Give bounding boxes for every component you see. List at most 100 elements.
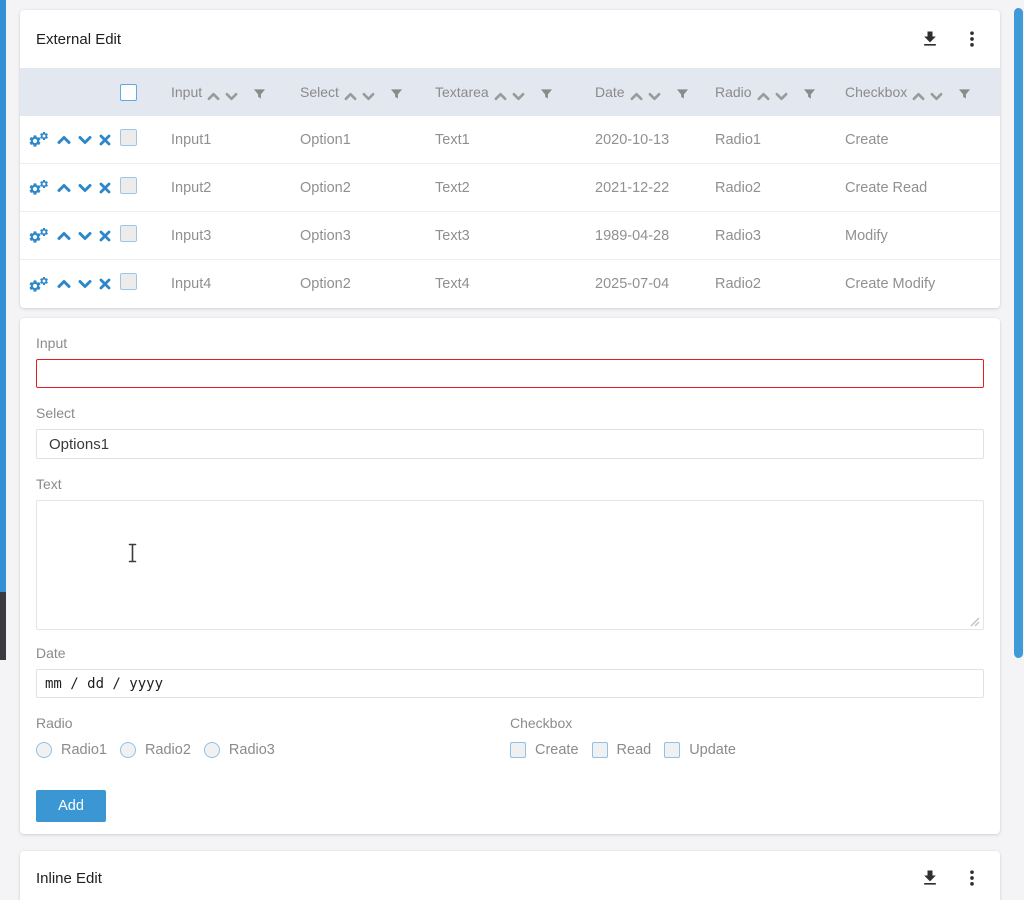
card-title: Inline Edit [36,870,102,887]
radio-option: Radio2 [120,742,191,758]
settings-cogs-icon[interactable] [28,227,50,244]
download-icon[interactable] [920,868,940,888]
date-field[interactable]: mm / dd / yyyy [36,669,984,698]
row-actions [20,276,120,293]
sort-asc-icon[interactable] [757,88,770,97]
external-edit-card: External Edit Input Select [20,10,1000,308]
card-title: External Edit [36,31,121,48]
resize-handle[interactable] [969,615,981,627]
move-down-icon[interactable] [78,183,92,193]
cell-checkbox: Create [845,132,1000,148]
sort-asc-icon[interactable] [494,88,507,97]
left-scrollbar-thumb[interactable] [0,0,6,592]
cell-input: Input2 [171,180,300,196]
row-checkbox[interactable] [120,273,137,290]
move-down-icon[interactable] [78,135,92,145]
cell-checkbox: Modify [845,228,1000,244]
select-all-checkbox[interactable] [120,84,137,101]
move-down-icon[interactable] [78,231,92,241]
sort-desc-icon[interactable] [930,88,943,97]
external-edit-header: External Edit [20,10,1000,68]
move-down-icon[interactable] [78,279,92,289]
sort-desc-icon[interactable] [362,88,375,97]
add-button[interactable]: Add [36,790,106,822]
checkbox-box[interactable] [510,742,526,758]
input-field[interactable] [36,359,984,388]
radio-option-label: Radio1 [61,742,107,758]
kebab-menu-icon[interactable] [962,868,982,888]
move-up-icon[interactable] [57,183,71,193]
cell-input: Input4 [171,276,300,292]
add-record-form-card: Input Select Options1 Text Date mm / dd … [20,318,1000,834]
select-label: Select [36,404,984,422]
cell-textarea: Text3 [435,228,595,244]
select-all-cell [120,84,171,101]
download-icon[interactable] [920,29,940,49]
cell-select: Option2 [300,180,435,196]
checkbox-option: Create [510,742,579,758]
table-header-row: Input Select Textarea [20,68,1000,116]
filter-icon[interactable] [540,87,553,98]
filter-icon[interactable] [803,87,816,98]
row-checkbox[interactable] [120,225,137,242]
right-scrollbar-thumb[interactable] [1014,8,1023,658]
inline-edit-card: Inline Edit [20,851,1000,900]
checkbox-group: Checkbox Create Read Update [510,714,984,758]
column-label: Radio [715,84,752,100]
cell-checkbox: Create Modify [845,276,1000,292]
checkbox-box[interactable] [664,742,680,758]
sort-asc-icon[interactable] [344,88,357,97]
delete-x-icon[interactable] [99,182,111,194]
delete-x-icon[interactable] [99,134,111,146]
filter-icon[interactable] [958,87,971,98]
cell-radio: Radio3 [715,228,845,244]
cell-radio: Radio1 [715,132,845,148]
column-label: Textarea [435,84,489,100]
sort-asc-icon[interactable] [912,88,925,97]
cell-select: Option3 [300,228,435,244]
sort-desc-icon[interactable] [775,88,788,97]
cell-input: Input3 [171,228,300,244]
cell-checkbox: Create Read [845,180,1000,196]
radio-option: Radio3 [204,742,275,758]
cell-select: Option1 [300,132,435,148]
sort-desc-icon[interactable] [648,88,661,97]
row-actions [20,227,120,244]
data-table: Input Select Textarea [20,68,1000,308]
radio-button[interactable] [36,742,52,758]
sort-desc-icon[interactable] [225,88,238,97]
delete-x-icon[interactable] [99,278,111,290]
row-checkbox[interactable] [120,129,137,146]
filter-icon[interactable] [676,87,689,98]
delete-x-icon[interactable] [99,230,111,242]
settings-cogs-icon[interactable] [28,276,50,293]
settings-cogs-icon[interactable] [28,179,50,196]
radio-button[interactable] [204,742,220,758]
table-body: Input1 Option1 Text1 2020-10-13 Radio1 C… [20,116,1000,308]
page-content: External Edit Input Select [20,10,1000,900]
kebab-menu-icon[interactable] [962,29,982,49]
filter-icon[interactable] [390,87,403,98]
sort-asc-icon[interactable] [630,88,643,97]
column-header-radio: Radio [715,84,845,100]
move-up-icon[interactable] [57,279,71,289]
radio-button[interactable] [120,742,136,758]
select-field[interactable]: Options1 [36,429,984,459]
settings-cogs-icon[interactable] [28,131,50,148]
select-value: Options1 [49,436,109,453]
cell-date: 1989-04-28 [595,228,715,244]
move-up-icon[interactable] [57,135,71,145]
checkbox-box[interactable] [592,742,608,758]
filter-icon[interactable] [253,87,266,98]
column-header-input: Input [171,84,300,100]
row-checkbox[interactable] [120,177,137,194]
sort-asc-icon[interactable] [207,88,220,97]
checkbox-option: Update [664,742,736,758]
table-row: Input2 Option2 Text2 2021-12-22 Radio2 C… [20,164,1000,212]
move-up-icon[interactable] [57,231,71,241]
radio-option: Radio1 [36,742,107,758]
checkbox-option: Read [592,742,652,758]
sort-desc-icon[interactable] [512,88,525,97]
text-label: Text [36,475,984,493]
textarea-field[interactable] [36,500,984,630]
